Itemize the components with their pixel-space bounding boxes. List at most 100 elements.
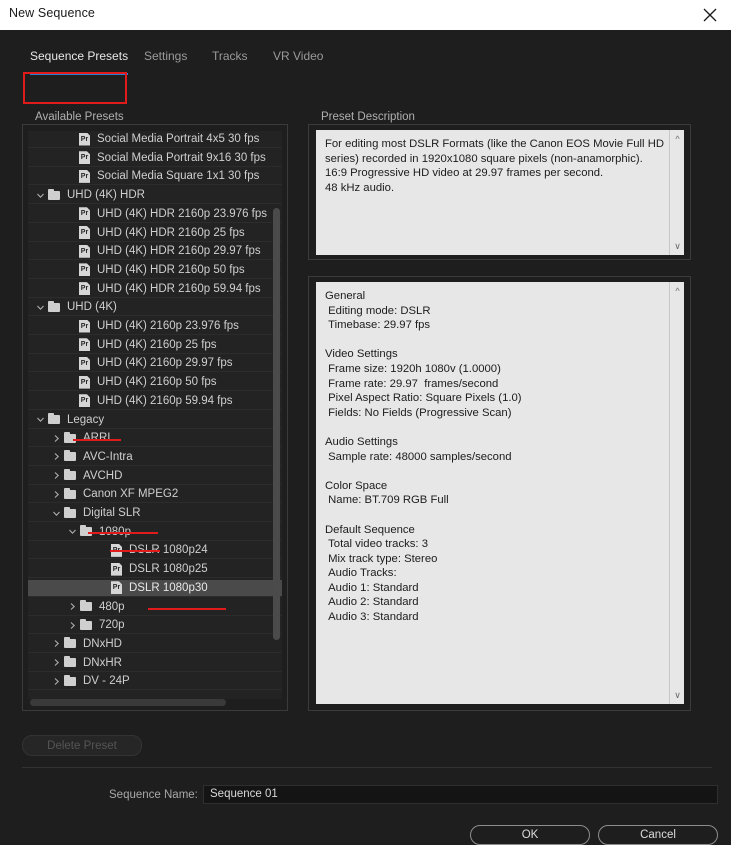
pr-preset-icon: Pr: [79, 207, 91, 221]
preset-settings-scrollbar[interactable]: ^ ∨: [669, 282, 684, 704]
pr-preset-icon: Pr: [79, 394, 91, 408]
preset-tree-row[interactable]: Pr DSLR 1080p24: [28, 542, 282, 560]
tab-tracks[interactable]: Tracks: [212, 44, 248, 72]
chevron-down-icon[interactable]: [66, 527, 79, 536]
folder-icon: [47, 188, 62, 202]
preset-tree-row[interactable]: AVC-Intra: [28, 449, 282, 466]
ok-button[interactable]: OK: [470, 825, 590, 845]
chevron-down-icon[interactable]: [34, 415, 47, 424]
preset-tree-row[interactable]: Pr DSLR 1080p25: [28, 561, 282, 579]
sequence-name-label: Sequence Name:: [109, 789, 198, 801]
preset-tree-row-label: UHD (4K) HDR 2160p 50 fps: [97, 263, 245, 276]
pr-preset-icon: Pr: [79, 226, 91, 239]
preset-tree-row[interactable]: Pr UHD (4K) HDR 2160p 29.97 fps: [28, 243, 282, 261]
folder-icon: [63, 637, 78, 650]
chevron-right-icon[interactable]: [50, 471, 63, 480]
preset-tree-row-label: UHD (4K) HDR 2160p 59.94 fps: [97, 282, 261, 295]
pr-preset-icon: Pr: [79, 375, 91, 389]
preset-tree-vertical-scroll-thumb[interactable]: [273, 208, 280, 640]
preset-tree-row[interactable]: ARRI: [28, 430, 282, 448]
preset-tree-row[interactable]: AVCHD: [28, 468, 282, 485]
preset-tree-row[interactable]: DV - 24P: [28, 673, 282, 691]
preset-tree-row[interactable]: 480p: [28, 599, 282, 616]
folder-icon: [47, 413, 62, 426]
chevron-right-icon[interactable]: [66, 621, 79, 630]
preset-tree-row[interactable]: Pr Social Media Square 1x1 30 fps: [28, 168, 282, 186]
preset-tree-row[interactable]: Pr UHD (4K) 2160p 59.94 fps: [28, 393, 282, 410]
chevron-up-icon[interactable]: ^: [670, 132, 685, 145]
available-presets-label: Available Presets: [30, 111, 129, 123]
window-title: New Sequence: [9, 6, 95, 20]
tab-vr-video[interactable]: VR Video: [273, 44, 323, 72]
preset-tree-horizontal-scrollbar[interactable]: [30, 698, 275, 707]
chevron-down-icon[interactable]: [34, 303, 47, 312]
pr-preset-icon: Pr: [111, 581, 123, 595]
pr-preset-icon: Pr: [111, 562, 123, 576]
delete-preset-button[interactable]: Delete Preset: [22, 735, 142, 756]
preset-tree-row[interactable]: Pr Social Media Portrait 4x5 30 fps: [28, 131, 282, 148]
preset-description-label: Preset Description: [316, 111, 420, 123]
preset-tree-row[interactable]: UHD (4K) HDR: [28, 187, 282, 205]
preset-settings-text: General Editing mode: DSLR Timebase: 29.…: [316, 282, 684, 704]
preset-tree-row-label: DSLR 1080p30: [129, 581, 208, 594]
preset-tree-row[interactable]: Pr UHD (4K) HDR 2160p 50 fps: [28, 262, 282, 279]
pr-preset-icon: Pr: [79, 282, 91, 296]
folder-icon: [63, 656, 78, 669]
folder-icon: [63, 431, 78, 445]
preset-tree-row[interactable]: Pr Social Media Portrait 9x16 30 fps: [28, 150, 282, 167]
preset-tree-row[interactable]: Pr UHD (4K) HDR 2160p 25 fps: [28, 225, 282, 242]
preset-description-scrollbar[interactable]: ^ ∨: [669, 130, 684, 255]
cancel-button[interactable]: Cancel: [598, 825, 718, 845]
chevron-right-icon[interactable]: [66, 602, 79, 611]
preset-tree-row-label: DNxHD: [83, 637, 122, 650]
preset-tree[interactable]: Pr Social Media Portrait 4x5 30 fps Pr Soci…: [28, 131, 282, 699]
preset-tree-row[interactable]: Pr UHD (4K) 2160p 25 fps: [28, 337, 282, 354]
preset-tree-row[interactable]: Canon XF MPEG2: [28, 486, 282, 504]
chevron-down-icon[interactable]: ∨: [670, 689, 685, 702]
pr-preset-icon: Pr: [79, 151, 91, 165]
preset-tree-row-label: Canon XF MPEG2: [83, 488, 179, 501]
chevron-down-icon[interactable]: ∨: [670, 240, 685, 253]
chevron-right-icon[interactable]: [50, 639, 63, 648]
pr-preset-icon: Pr: [79, 356, 91, 370]
chevron-right-icon[interactable]: [50, 490, 63, 499]
preset-tree-row-label: UHD (4K) 2160p 59.94 fps: [97, 394, 233, 407]
preset-tree-row[interactable]: DNxHD: [28, 636, 282, 653]
folder-icon: [79, 600, 94, 613]
preset-tree-row-label: UHD (4K) HDR 2160p 23.976 fps: [97, 207, 268, 220]
preset-tree-row-label: UHD (4K) HDR: [67, 189, 145, 202]
preset-tree-row-label: Social Media Square 1x1 30 fps: [97, 170, 260, 183]
tab-settings[interactable]: Settings: [144, 44, 187, 72]
preset-tree-row-label: UHD (4K) 2160p 25 fps: [97, 338, 217, 351]
preset-tree-row-label: UHD (4K) 2160p 50 fps: [97, 376, 217, 389]
preset-tree-row[interactable]: Pr UHD (4K) HDR 2160p 23.976 fps: [28, 206, 282, 223]
preset-tree-horizontal-scroll-thumb[interactable]: [30, 699, 226, 706]
preset-tree-row[interactable]: Digital SLR: [28, 505, 282, 522]
chevron-right-icon[interactable]: [50, 434, 63, 443]
preset-tree-row-label: Social Media Portrait 4x5 30 fps: [97, 133, 260, 145]
preset-tree-row[interactable]: Legacy: [28, 412, 282, 429]
preset-tree-row-label: UHD (4K) 2160p 29.97 fps: [97, 357, 233, 370]
preset-tree-row[interactable]: 720p: [28, 617, 282, 635]
preset-tree-row[interactable]: Pr DSLR 1080p30: [28, 579, 282, 597]
preset-tree-row-label: UHD (4K): [67, 301, 117, 314]
pr-preset-icon: Pr: [111, 543, 123, 557]
preset-tree-row[interactable]: DNxHR: [28, 655, 282, 672]
preset-tree-row[interactable]: UHD (4K): [28, 299, 282, 317]
preset-tree-vertical-scrollbar[interactable]: [272, 131, 281, 691]
chevron-down-icon[interactable]: [34, 191, 47, 200]
chevron-right-icon[interactable]: [50, 658, 63, 667]
tab-sequence-presets[interactable]: Sequence Presets: [30, 44, 129, 75]
chevron-right-icon[interactable]: [50, 452, 63, 461]
preset-tree-row[interactable]: Pr UHD (4K) 2160p 23.976 fps: [28, 318, 282, 335]
close-icon[interactable]: [689, 0, 731, 30]
chevron-down-icon[interactable]: [50, 509, 63, 518]
sequence-name-input[interactable]: Sequence 01: [203, 785, 718, 804]
preset-tree-row[interactable]: Pr UHD (4K) HDR 2160p 59.94 fps: [28, 281, 282, 298]
preset-tree-row-label: Digital SLR: [83, 507, 141, 519]
chevron-up-icon[interactable]: ^: [670, 284, 685, 297]
preset-tree-row[interactable]: 1080p: [28, 524, 282, 541]
preset-tree-row[interactable]: Pr UHD (4K) 2160p 50 fps: [28, 374, 282, 392]
chevron-right-icon[interactable]: [50, 677, 63, 686]
preset-tree-row[interactable]: Pr UHD (4K) 2160p 29.97 fps: [28, 355, 282, 373]
